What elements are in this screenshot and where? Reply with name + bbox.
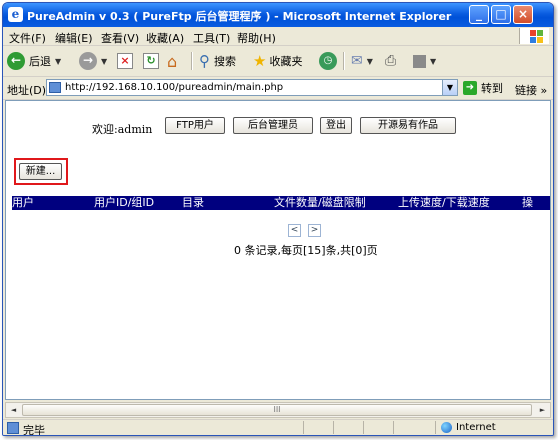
welcome-prefix: 欢迎:: [92, 123, 118, 136]
ftp-users-button[interactable]: FTP用户: [165, 117, 225, 134]
back-arrow-icon: ←: [7, 52, 25, 70]
more-chevron-icon: »: [540, 84, 548, 97]
minimize-button[interactable]: _: [469, 5, 489, 24]
scroll-right-icon[interactable]: ►: [536, 404, 549, 416]
menu-help[interactable]: 帮助(H): [237, 30, 276, 46]
go-label: 转到: [481, 82, 503, 95]
page-content: 欢迎:admin FTP用户 后台管理员 登出 开源易有作品 新建... 用户 …: [5, 100, 551, 400]
forward-button[interactable]: → ▼: [79, 50, 107, 72]
forward-arrow-icon: →: [79, 52, 97, 70]
toolbar-separator: [191, 52, 193, 70]
refresh-button[interactable]: ↻: [143, 50, 159, 72]
security-zone: Internet: [441, 422, 496, 433]
window-title: PureAdmin v 0.3 ( PureFtp 后台管理程序 ) - Mic…: [27, 10, 452, 23]
col-upload-download-speed: 上传速度/下载速度: [398, 196, 490, 209]
title-bar: e PureAdmin v 0.3 ( PureFtp 后台管理程序 ) - M…: [3, 3, 553, 27]
scroll-left-icon[interactable]: ◄: [7, 404, 20, 416]
favorites-button[interactable]: ★ 收藏夹: [253, 50, 302, 72]
edit-button[interactable]: ▼: [413, 50, 436, 72]
back-label: 后退: [29, 55, 51, 68]
ie-app-icon: e: [8, 7, 23, 22]
menu-bar: 文件(F) 编辑(E) 查看(V) 收藏(A) 工具(T) 帮助(H): [3, 27, 553, 46]
address-url: http://192.168.10.100/pureadmin/main.php: [65, 82, 284, 93]
status-bar: 完毕 Internet: [3, 419, 553, 436]
globe-icon: [441, 422, 452, 433]
admins-button[interactable]: 后台管理员: [233, 117, 313, 134]
edit-icon: [413, 54, 426, 68]
page-status-icon: [7, 422, 19, 434]
mail-button[interactable]: ✉ ▼: [351, 50, 373, 72]
chevron-down-icon: ▼: [55, 56, 62, 66]
col-user: 用户: [12, 196, 34, 209]
refresh-icon: ↻: [143, 53, 159, 69]
new-button[interactable]: 新建...: [19, 163, 62, 180]
print-icon: ⎙: [385, 53, 397, 69]
chevron-down-icon: ▼: [366, 56, 373, 66]
open-source-works-button[interactable]: 开源易有作品: [360, 117, 456, 134]
search-label: 搜索: [214, 55, 236, 68]
username: admin: [117, 123, 153, 136]
zone-label: Internet: [456, 422, 496, 433]
table-header: 用户 用户ID/组ID 目录 文件数量/磁盘限制 上传速度/下载速度 操: [12, 196, 550, 210]
favorites-label: 收藏夹: [269, 55, 303, 68]
new-button-highlight: 新建...: [14, 158, 68, 185]
menu-tools[interactable]: 工具(T): [193, 30, 230, 46]
status-divider: [303, 421, 304, 434]
status-divider: [435, 421, 436, 434]
history-icon: ◷: [319, 52, 337, 70]
print-button[interactable]: ⎙: [385, 50, 396, 72]
go-button[interactable]: ➜ 转到: [463, 80, 503, 96]
horizontal-scrollbar[interactable]: ◄ III ►: [5, 402, 551, 418]
home-icon: ⌂: [167, 51, 178, 71]
address-input[interactable]: http://192.168.10.100/pureadmin/main.php…: [46, 79, 458, 96]
close-button[interactable]: ×: [513, 5, 533, 24]
page-icon: [49, 82, 61, 93]
links-button[interactable]: 链接 »: [515, 82, 547, 98]
search-button[interactable]: ⚲ 搜索: [199, 50, 236, 72]
toolbar: ← 后退 ▼ → ▼ × ↻ ⌂ ⚲ 搜索 ★ 收藏夹 ◷ ✉ ▼ ⎙ ▼: [3, 46, 553, 77]
col-file-disk-limit: 文件数量/磁盘限制: [274, 196, 366, 209]
logout-button[interactable]: 登出: [320, 117, 352, 134]
links-label: 链接: [515, 84, 537, 97]
col-actions: 操: [522, 196, 533, 209]
address-dropdown-button[interactable]: ▼: [442, 80, 457, 95]
search-icon: ⚲: [199, 52, 210, 70]
prev-page-button[interactable]: <: [288, 224, 301, 237]
browser-window: e PureAdmin v 0.3 ( PureFtp 后台管理程序 ) - M…: [2, 2, 554, 436]
page-info: 0 条记录,每页[15]条,共[0]页: [234, 244, 378, 257]
chevron-down-icon: ▼: [430, 56, 437, 66]
col-uid-gid: 用户ID/组ID: [94, 196, 155, 209]
status-divider: [393, 421, 394, 434]
chevron-down-icon: ▼: [101, 56, 108, 66]
menu-favorites[interactable]: 收藏(A): [146, 30, 184, 46]
address-bar: 地址(D) http://192.168.10.100/pureadmin/ma…: [3, 77, 553, 100]
status-text: 完毕: [23, 424, 45, 436]
address-label: 地址(D): [7, 84, 47, 97]
menu-edit[interactable]: 编辑(E): [55, 30, 93, 46]
scrollbar-thumb[interactable]: III: [22, 404, 532, 416]
star-icon: ★: [253, 52, 267, 70]
maximize-button[interactable]: □: [491, 5, 511, 24]
col-directory: 目录: [182, 196, 204, 209]
next-page-button[interactable]: >: [308, 224, 321, 237]
history-button[interactable]: ◷: [319, 50, 337, 72]
go-arrow-icon: ➜: [463, 81, 477, 95]
stop-icon: ×: [117, 53, 133, 69]
welcome-text: 欢迎:admin: [92, 121, 152, 137]
status-divider: [363, 421, 364, 434]
menu-file[interactable]: 文件(F): [9, 30, 46, 46]
menu-view[interactable]: 查看(V): [101, 30, 139, 46]
mail-icon: ✉: [351, 53, 363, 69]
home-button[interactable]: ⌂: [167, 50, 177, 72]
status-divider: [333, 421, 334, 434]
back-button[interactable]: ← 后退 ▼: [7, 50, 61, 72]
toolbar-separator: [343, 52, 345, 70]
stop-button[interactable]: ×: [117, 50, 133, 72]
windows-logo-icon: [519, 28, 549, 44]
